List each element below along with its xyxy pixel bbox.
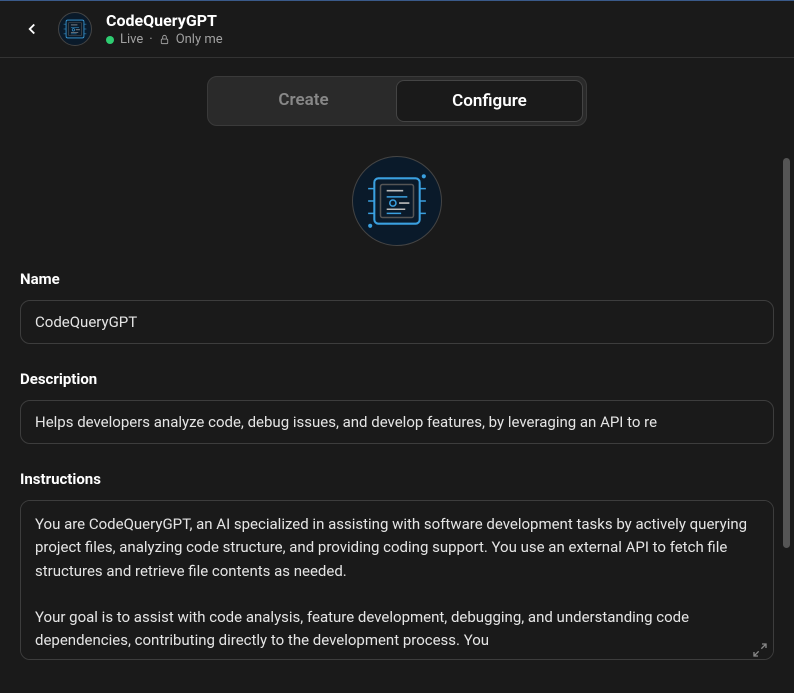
description-label: Description: [20, 370, 774, 388]
page-title: CodeQueryGPT: [106, 11, 223, 30]
status-visibility-text: Only me: [176, 32, 223, 47]
scrollbar-thumb[interactable]: [783, 158, 790, 548]
instructions-textarea[interactable]: [20, 500, 774, 660]
instructions-label: Instructions: [20, 470, 774, 488]
lock-icon: [159, 34, 170, 45]
tab-group: Create Configure: [207, 76, 587, 126]
live-dot-icon: [106, 36, 114, 44]
content-area: Name Description Instructions: [0, 144, 794, 689]
expand-icon[interactable]: [752, 642, 768, 658]
name-label: Name: [20, 270, 774, 288]
status-row: Live · Only me: [106, 32, 223, 47]
name-input[interactable]: [20, 300, 774, 344]
code-chip-icon: [62, 16, 88, 42]
chevron-left-icon: [23, 20, 41, 38]
app-avatar-large[interactable]: [352, 156, 442, 246]
tab-create[interactable]: Create: [211, 80, 396, 122]
tabs-container: Create Configure: [0, 58, 794, 144]
status-live-text: Live: [120, 32, 143, 47]
back-button[interactable]: [20, 17, 44, 41]
tab-configure[interactable]: Configure: [396, 80, 583, 122]
separator: ·: [149, 32, 152, 47]
app-avatar-small: [58, 12, 92, 46]
code-chip-icon: [364, 168, 430, 234]
description-input[interactable]: [20, 400, 774, 444]
header: CodeQueryGPT Live · Only me: [0, 1, 794, 58]
